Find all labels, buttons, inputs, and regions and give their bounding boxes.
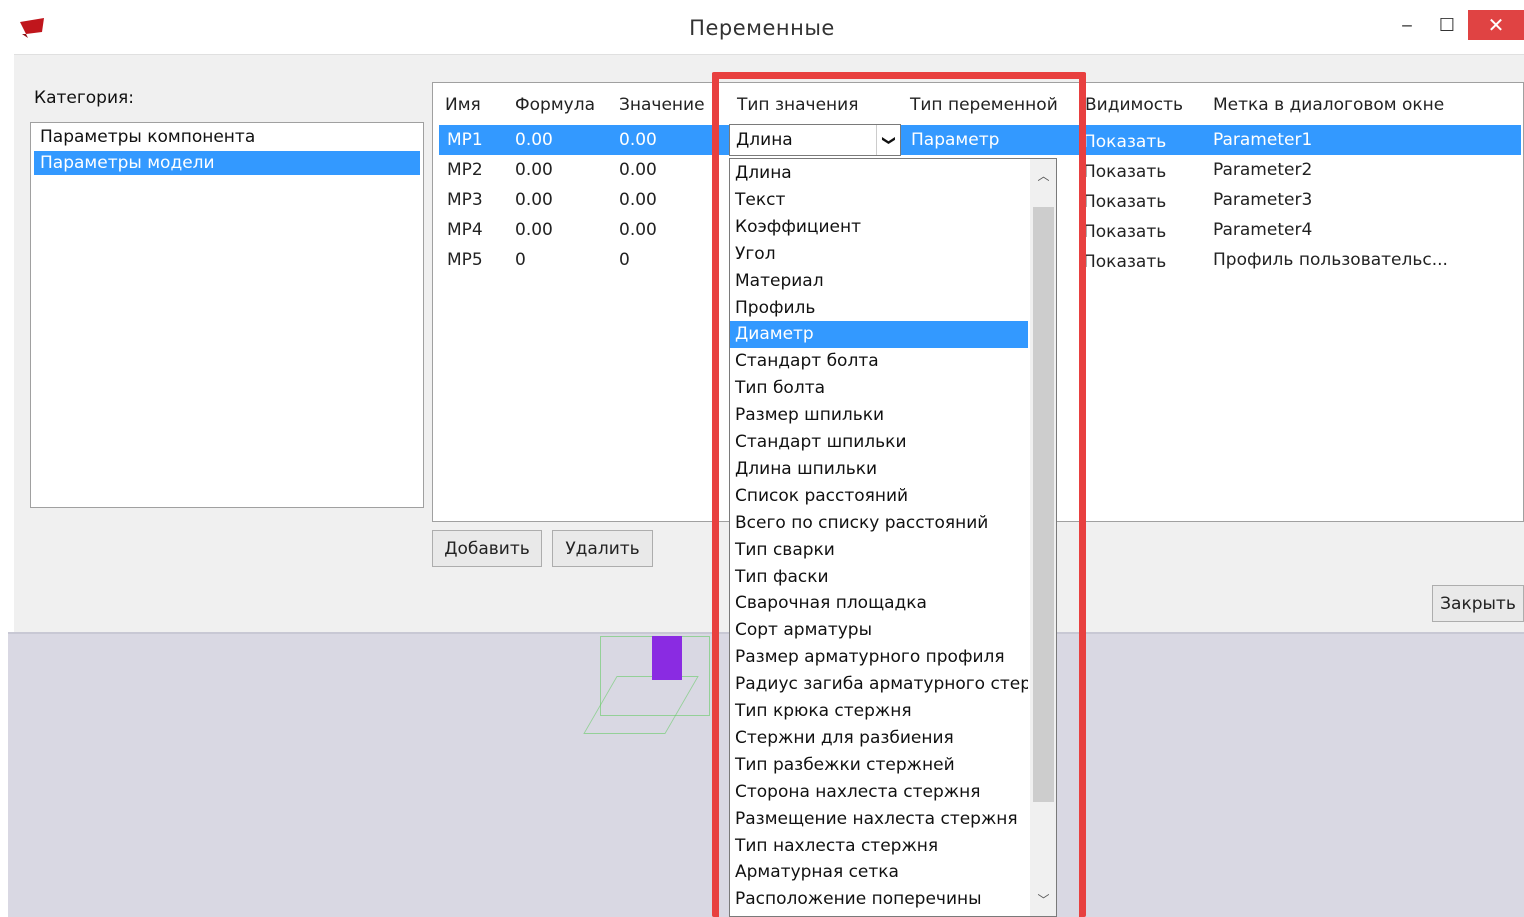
cell-variable-type[interactable]: Параметр (911, 130, 999, 150)
category-label: Категория: (34, 88, 134, 108)
dropdown-option[interactable]: Арматурная сетка (730, 859, 1028, 886)
cell-name[interactable]: MP1 (447, 130, 483, 150)
delete-button[interactable]: Удалить (552, 530, 653, 567)
scrollbar-thumb[interactable] (1033, 207, 1054, 802)
category-item-component[interactable]: Параметры компонента (34, 125, 420, 149)
dropdown-option[interactable]: Стандарт шпильки (730, 429, 1028, 456)
dropdown-option[interactable]: Тип фаски (730, 564, 1028, 591)
cell-visibility[interactable]: Показать (1083, 252, 1166, 272)
dropdown-option[interactable]: Тип крюка стержня (730, 698, 1028, 725)
dropdown-option[interactable]: Размер арматурного профиля (730, 644, 1028, 671)
cell-formula[interactable]: 0 (515, 250, 526, 270)
dropdown-option[interactable]: Размер шпильки (730, 402, 1028, 429)
dropdown-option[interactable]: Текст (730, 187, 1028, 214)
cell-formula[interactable]: 0.00 (515, 220, 553, 240)
value-type-dropdown[interactable]: Расположение поперечины Арматурная сетка Т… (729, 158, 1057, 917)
cell-name[interactable]: MP3 (447, 190, 483, 210)
cell-dialog-label[interactable]: Parameter4 (1213, 220, 1312, 240)
dropdown-option[interactable]: Размещение нахлеста стержня (730, 806, 1028, 833)
cell-name[interactable]: MP5 (447, 250, 483, 270)
dropdown-option[interactable]: Сварочная площадка (730, 590, 1028, 617)
add-button[interactable]: Добавить (432, 530, 542, 567)
dropdown-option[interactable]: Сорт арматуры (730, 617, 1028, 644)
cell-dialog-label[interactable]: Parameter2 (1213, 160, 1312, 180)
cell-dialog-label[interactable]: Parameter1 (1213, 130, 1312, 150)
dropdown-option[interactable]: Список расстояний (730, 483, 1028, 510)
dropdown-scrollbar[interactable]: ︿ ﹀ (1030, 159, 1056, 916)
cell-formula[interactable]: 0.00 (515, 160, 553, 180)
cell-dialog-label[interactable]: Parameter3 (1213, 190, 1312, 210)
window-title: Переменные (689, 16, 835, 40)
dropdown-option[interactable]: Сторона нахлеста стержня (730, 779, 1028, 806)
minimize-button[interactable]: ‒ (1392, 10, 1422, 40)
scroll-down-icon[interactable]: ﹀ (1030, 887, 1056, 911)
cell-value[interactable]: 0.00 (619, 130, 657, 150)
cell-dialog-label[interactable]: Профиль пользовательс... (1213, 250, 1448, 270)
cell-formula[interactable]: 0.00 (515, 130, 553, 150)
dropdown-option[interactable]: Угол (730, 241, 1028, 268)
cell-value[interactable]: 0.00 (619, 190, 657, 210)
close-window-button[interactable]: ✕ (1468, 10, 1524, 40)
model-object (652, 636, 682, 680)
cell-value[interactable]: 0.00 (619, 160, 657, 180)
dropdown-option[interactable]: Тип разбежки стержней (730, 752, 1028, 779)
value-type-combo[interactable]: Длина ❯ (729, 124, 901, 156)
col-header-value-type[interactable]: Тип значения (737, 95, 858, 115)
cell-formula[interactable]: 0.00 (515, 190, 553, 210)
col-header-visibility[interactable]: Видимость (1085, 95, 1183, 115)
maximize-button[interactable]: ☐ (1432, 10, 1462, 40)
scroll-up-icon[interactable]: ︿ (1030, 163, 1056, 187)
col-header-name[interactable]: Имя (445, 95, 481, 115)
dropdown-option[interactable]: Длина (730, 160, 1028, 187)
col-header-formula[interactable]: Формула (515, 95, 595, 115)
cell-visibility[interactable]: Показать (1083, 192, 1166, 212)
chevron-down-icon[interactable]: ❯ (876, 125, 900, 155)
category-list[interactable]: Параметры компонента Параметры модели (30, 122, 424, 508)
category-item-model[interactable]: Параметры модели (34, 151, 420, 175)
cell-name[interactable]: MP2 (447, 160, 483, 180)
combo-value: Длина (736, 130, 793, 150)
cell-value[interactable]: 0 (619, 250, 630, 270)
col-header-value[interactable]: Значение (619, 95, 705, 115)
dropdown-option[interactable]: Тип болта (730, 375, 1028, 402)
dropdown-option[interactable]: Материал (730, 268, 1028, 295)
title-bar: Переменные ‒ ☐ ✕ (0, 0, 1524, 60)
dropdown-option[interactable]: Тип нахлеста стержня (730, 833, 1028, 860)
dropdown-option[interactable]: Диаметр (730, 321, 1028, 349)
cell-visibility[interactable]: Показать (1083, 132, 1166, 152)
dropdown-option[interactable]: Длина шпильки (730, 456, 1028, 483)
cell-visibility[interactable]: Показать (1083, 162, 1166, 182)
dropdown-option[interactable]: Стандарт болта (730, 348, 1028, 375)
dropdown-option[interactable]: Радиус загиба арматурного стерж (730, 671, 1028, 698)
dropdown-option[interactable]: Стержни для разбиения (730, 725, 1028, 752)
cell-visibility[interactable]: Показать (1083, 222, 1166, 242)
dropdown-option[interactable]: Тип сварки (730, 537, 1028, 564)
col-header-variable-type[interactable]: Тип переменной (910, 95, 1058, 115)
dropdown-option[interactable]: Всего по списку расстояний (730, 510, 1028, 537)
col-header-dialog-label[interactable]: Метка в диалоговом окне (1213, 95, 1444, 115)
dropdown-option[interactable]: Профиль (730, 295, 1028, 322)
cell-value[interactable]: 0.00 (619, 220, 657, 240)
cell-name[interactable]: MP4 (447, 220, 483, 240)
close-button[interactable]: Закрыть (1432, 585, 1524, 622)
dropdown-option[interactable]: Коэффициент (730, 214, 1028, 241)
dropdown-option[interactable]: Расположение поперечины (730, 886, 1028, 913)
